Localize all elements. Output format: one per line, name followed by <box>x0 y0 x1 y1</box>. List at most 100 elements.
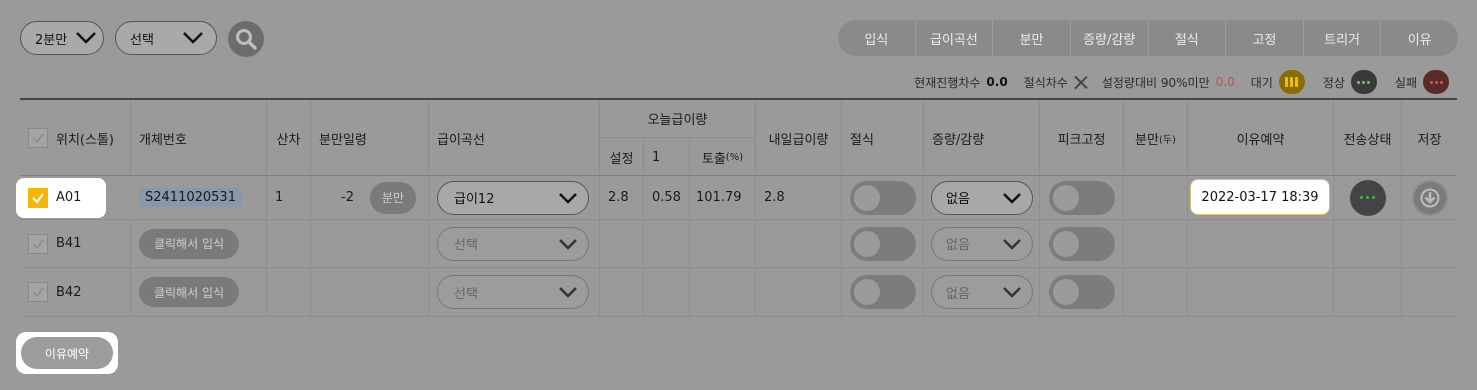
id-cell: S2411020531 <box>131 176 267 219</box>
set-cell <box>600 220 644 267</box>
header-today-label: 오늘급이량 <box>647 113 708 128</box>
sow-id-value[interactable]: S2411020531 <box>139 188 242 207</box>
normal-status-icon <box>1350 70 1377 94</box>
header-days-label: 분만일령 <box>319 132 367 148</box>
header-today-set: 설정 <box>600 138 644 176</box>
select-all-checkbox[interactable] <box>28 128 48 148</box>
curve-select-value: 급이12 <box>454 192 495 207</box>
peak-fix-toggle[interactable] <box>1049 180 1115 215</box>
setting-ratio-label: 설정량대비 90%미만 <box>1101 75 1210 90</box>
header-parity: 산차 <box>267 100 311 176</box>
period-select-value: 2분만 <box>35 32 68 48</box>
check-icon <box>32 133 44 144</box>
current-round-label: 현재진행차수 <box>914 75 981 90</box>
set-value: 2.8 <box>608 190 629 205</box>
header-save: 저장 <box>1402 100 1457 176</box>
curve-select[interactable]: 선택 <box>437 275 589 309</box>
weaning-date-input[interactable]: 2022-03-17 18:39 <box>1190 179 1330 215</box>
entry-button[interactable]: 클릭해서 입식 <box>139 228 239 259</box>
position-value: B42 <box>56 284 82 300</box>
fasting-toggle[interactable] <box>850 180 916 215</box>
curve-cell: 선택 <box>429 268 600 316</box>
v1-value: 0.58 <box>652 190 681 205</box>
peak-fix-toggle[interactable] <box>1049 275 1115 309</box>
out-cell <box>690 268 756 316</box>
tab-fasting[interactable]: 절식 <box>1149 20 1227 56</box>
check-icon <box>32 287 44 298</box>
header-farrow-unit: (두) <box>1158 134 1176 146</box>
v1-cell <box>644 220 690 267</box>
period-select[interactable]: 2분만 <box>20 21 104 55</box>
setting-ratio-value: 0.0 <box>1215 75 1235 89</box>
row-checkbox[interactable] <box>28 282 48 302</box>
header-id: 개체번호 <box>131 100 267 176</box>
curve-cell: 선택 <box>429 220 600 267</box>
parity-value: 1 <box>275 190 284 205</box>
out-cell <box>690 220 756 267</box>
adjust-select[interactable]: 없음 <box>931 275 1033 309</box>
header-weaning: 이유예약 <box>1188 100 1334 176</box>
fasting-toggle[interactable] <box>850 275 916 309</box>
tab-farrowing[interactable]: 분만 <box>993 20 1071 56</box>
adjust-cell: 없음 <box>924 268 1040 316</box>
chevron-down-icon <box>1003 192 1021 204</box>
adjust-cell: 없음 <box>924 220 1040 267</box>
header-today-out: 토출 (%) <box>690 138 756 176</box>
tab-feed-curve[interactable]: 급이곡선 <box>916 20 994 56</box>
position-cell: B42 <box>20 268 131 316</box>
tab-weaning[interactable]: 이유 <box>1381 20 1458 56</box>
curve-select[interactable]: 급이12 <box>437 180 589 215</box>
tab-adjust[interactable]: 증량/감량 <box>1071 20 1149 56</box>
search-button[interactable] <box>228 21 264 57</box>
send-cell <box>1334 268 1402 316</box>
check-icon <box>32 192 44 204</box>
set-cell <box>600 268 644 316</box>
chevron-down-icon <box>559 238 577 250</box>
adjust-select-value: 없음 <box>946 238 970 253</box>
weaning-button-highlight: 이유예약 <box>16 332 118 374</box>
peak-fix-toggle[interactable] <box>1049 226 1115 261</box>
header-farrow-label: 분만 <box>1135 132 1159 148</box>
position-cell: B41 <box>20 220 131 267</box>
farrow-cell <box>1124 220 1188 267</box>
farrow-cell <box>1124 268 1188 316</box>
save-cell <box>1402 176 1457 219</box>
header-today-out-unit: (%) <box>725 151 744 163</box>
fasting-toggle[interactable] <box>850 226 916 261</box>
table-row: A01 S2411020531 1 -2 분만 급이12 2.8 0.58 10… <box>16 176 1457 220</box>
id-cell: 클릭해서 입식 <box>131 268 267 316</box>
fasting-round-label: 절식차수 <box>1023 75 1068 90</box>
farrow-button[interactable]: 분만 <box>369 181 416 214</box>
chevron-down-icon <box>1003 287 1021 298</box>
fail-status-icon <box>1423 70 1449 94</box>
row-checkbox[interactable] <box>28 233 48 254</box>
header-tomorrow: 내일급이량 <box>756 100 842 176</box>
row-checkbox[interactable] <box>28 187 48 208</box>
header-today-set-label: 설정 <box>609 151 634 167</box>
tab-fix[interactable]: 고정 <box>1226 20 1304 56</box>
out-value: 101.79 <box>696 190 742 205</box>
save-button[interactable] <box>1411 179 1448 216</box>
status-bar: 현재진행차수 0.0 절식차수 설정량대비 90%미만 0.0 대기 정상 실패 <box>914 70 1449 94</box>
wait-label: 대기 <box>1250 75 1273 90</box>
adjust-select[interactable]: 없음 <box>931 226 1033 261</box>
adjust-select[interactable]: 없음 <box>931 180 1033 215</box>
weaning-reserve-button[interactable]: 이유예약 <box>21 337 113 369</box>
tab-trigger[interactable]: 트리거 <box>1304 20 1382 56</box>
header-today-out-label: 토출 <box>701 151 726 167</box>
chevron-down-icon <box>76 32 96 44</box>
tomorrow-cell: 2.8 <box>756 176 842 219</box>
header-weaning-label: 이유예약 <box>1236 132 1285 148</box>
tab-entry[interactable]: 입식 <box>838 20 916 56</box>
header-days: 분만일령 <box>311 100 429 176</box>
header-today-1: 1 <box>644 138 690 176</box>
header-peak-fix-label: 피크고정 <box>1057 132 1106 148</box>
filter-select[interactable]: 선택 <box>115 21 217 55</box>
entry-button[interactable]: 클릭해서 입식 <box>139 277 239 307</box>
set-cell: 2.8 <box>600 176 644 219</box>
peak-fix-cell <box>1040 176 1124 219</box>
curve-select[interactable]: 선택 <box>437 226 589 261</box>
header-fasting-label: 절식 <box>850 132 874 148</box>
out-cell: 101.79 <box>690 176 756 219</box>
peak-fix-cell <box>1040 220 1124 267</box>
